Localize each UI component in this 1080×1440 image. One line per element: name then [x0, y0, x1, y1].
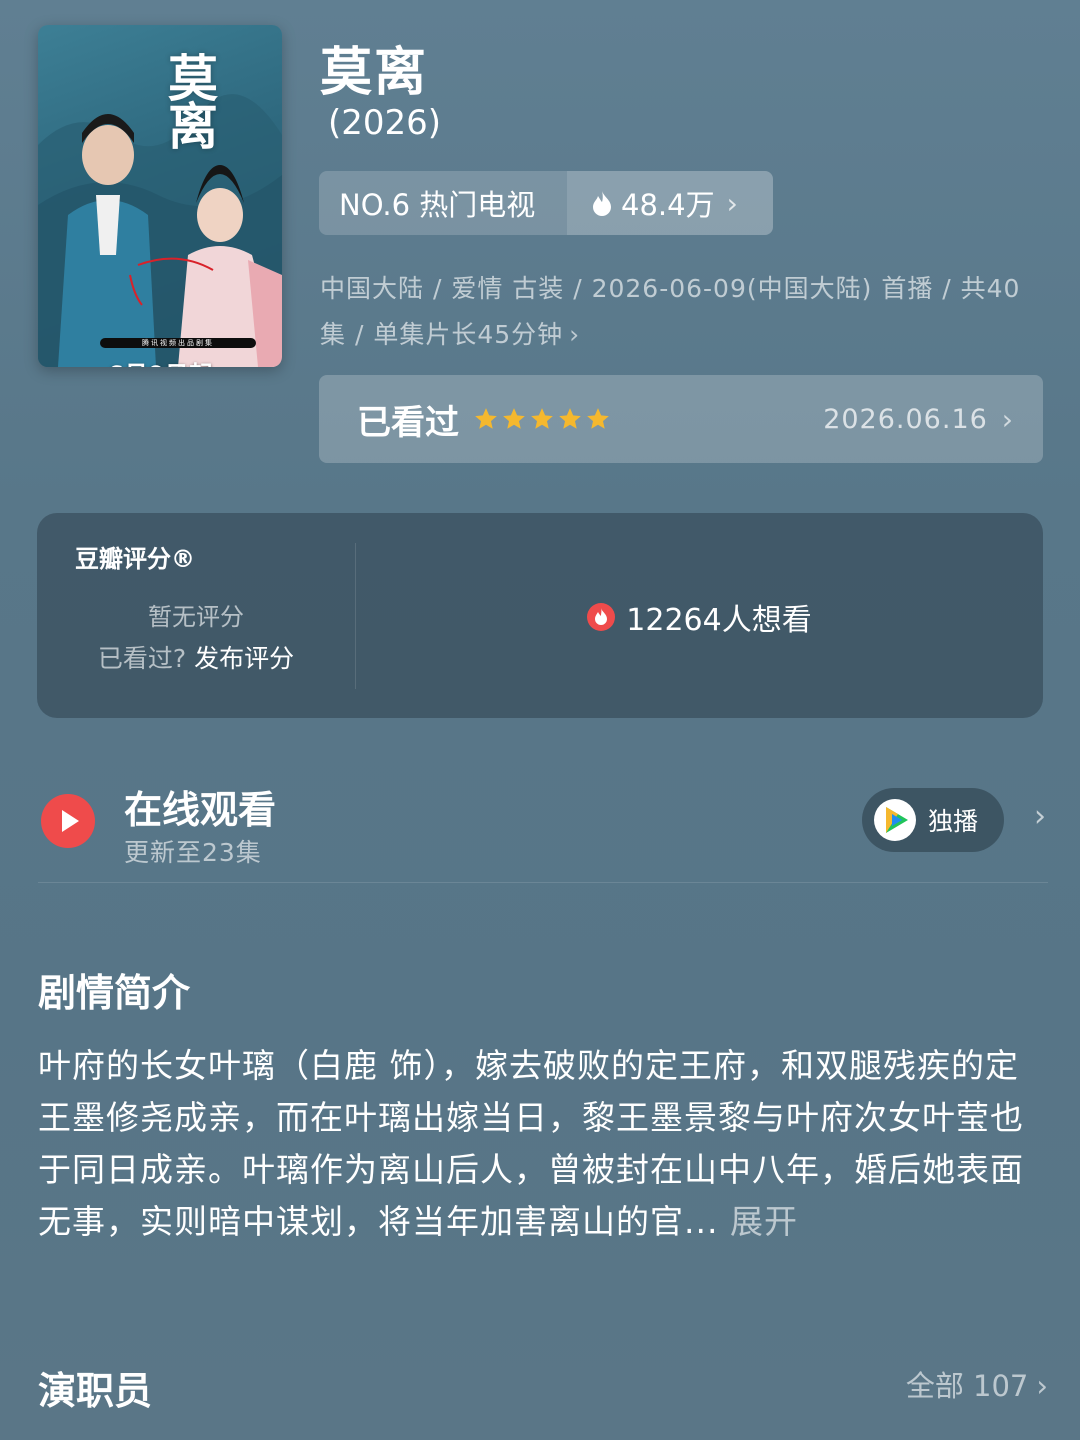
poster-strip: 腾讯视频出品剧集 [100, 338, 256, 348]
poster-art [38, 94, 282, 367]
flame-icon [587, 603, 616, 631]
flame-icon [591, 190, 613, 216]
rating-stars [473, 406, 611, 432]
show-title: 莫离 [320, 43, 429, 103]
exclusive-label: 独播 [928, 807, 979, 836]
rank-label[interactable]: NO.6 热门电视 [319, 171, 567, 235]
want-to-watch[interactable]: 12264人想看 [355, 595, 1043, 639]
expand-link[interactable]: 展开 [730, 1202, 798, 1241]
cast-title: 演职员 [38, 1369, 153, 1413]
tencent-video-icon [874, 799, 916, 841]
play-icon [41, 794, 95, 848]
exclusive-badge[interactable]: 独播 [862, 788, 1004, 852]
star-icon [587, 408, 609, 429]
star-icon [475, 408, 497, 429]
episode-update: 更新至23集 [124, 838, 262, 867]
watched-question: 已看过? [97, 644, 187, 673]
poster-image[interactable]: 莫离 腾讯视频出品剧集 6月9日起 [38, 25, 282, 367]
want-count: 12264人想看 [626, 603, 812, 638]
synopsis-body: 叶府的长女叶璃（白鹿 饰），嫁去破败的定王府，和双腿残疾的定王墨修尧成亲，而在叶… [38, 1046, 1024, 1241]
star-icon [503, 408, 525, 429]
heat-value: 48.4万 [621, 188, 715, 222]
watched-bar[interactable]: 已看过 2026.06.16 › [319, 375, 1043, 463]
online-watch-row[interactable]: 在线观看 更新至23集 独播 › [38, 775, 1048, 883]
post-rating[interactable]: 已看过? 发布评分 [37, 639, 355, 675]
online-heading: 在线观看 [124, 788, 277, 832]
watched-label: 已看过 [357, 402, 459, 443]
show-meta[interactable]: 中国大陆 / 爱情 古装 / 2026-06-09(中国大陆) 首播 / 共40… [320, 266, 1040, 358]
show-year: (2026) [328, 103, 442, 143]
cast-count: 全部 107 [905, 1369, 1029, 1403]
poster-calligraphy: 莫离 [168, 49, 218, 156]
meta-text: 中国大陆 / 爱情 古装 / 2026-06-09(中国大陆) 首播 / 共40… [320, 274, 1021, 349]
chevron-right-icon: › [569, 320, 581, 349]
chevron-right-icon: › [726, 186, 738, 220]
chevron-right-icon: › [1036, 1369, 1048, 1403]
chevron-right-icon: › [1001, 402, 1013, 436]
cast-all-link[interactable]: 全部 107 › [906, 1363, 1048, 1405]
heat-count[interactable]: 48.4万 › [567, 171, 773, 235]
rating-card: 豆瓣评分® 暂无评分 已看过? 发布评分 12264人想看 [37, 513, 1043, 718]
chevron-right-icon: › [1034, 799, 1046, 834]
rank-pill[interactable]: NO.6 热门电视 48.4万 › [319, 171, 773, 235]
watched-date: 2026.06.16 [823, 403, 988, 435]
star-icon [531, 408, 553, 429]
douban-brand: 豆瓣评分® [75, 545, 195, 573]
poster-date: 6月9日起 [38, 355, 282, 367]
star-icon [559, 408, 581, 429]
post-rating-link[interactable]: 发布评分 [194, 644, 294, 673]
synopsis-text[interactable]: 叶府的长女叶璃（白鹿 饰），嫁去破败的定王府，和双腿残疾的定王墨修尧成亲，而在叶… [38, 1040, 1048, 1248]
synopsis-title: 剧情简介 [38, 971, 191, 1015]
no-score-text: 暂无评分 [148, 603, 244, 631]
